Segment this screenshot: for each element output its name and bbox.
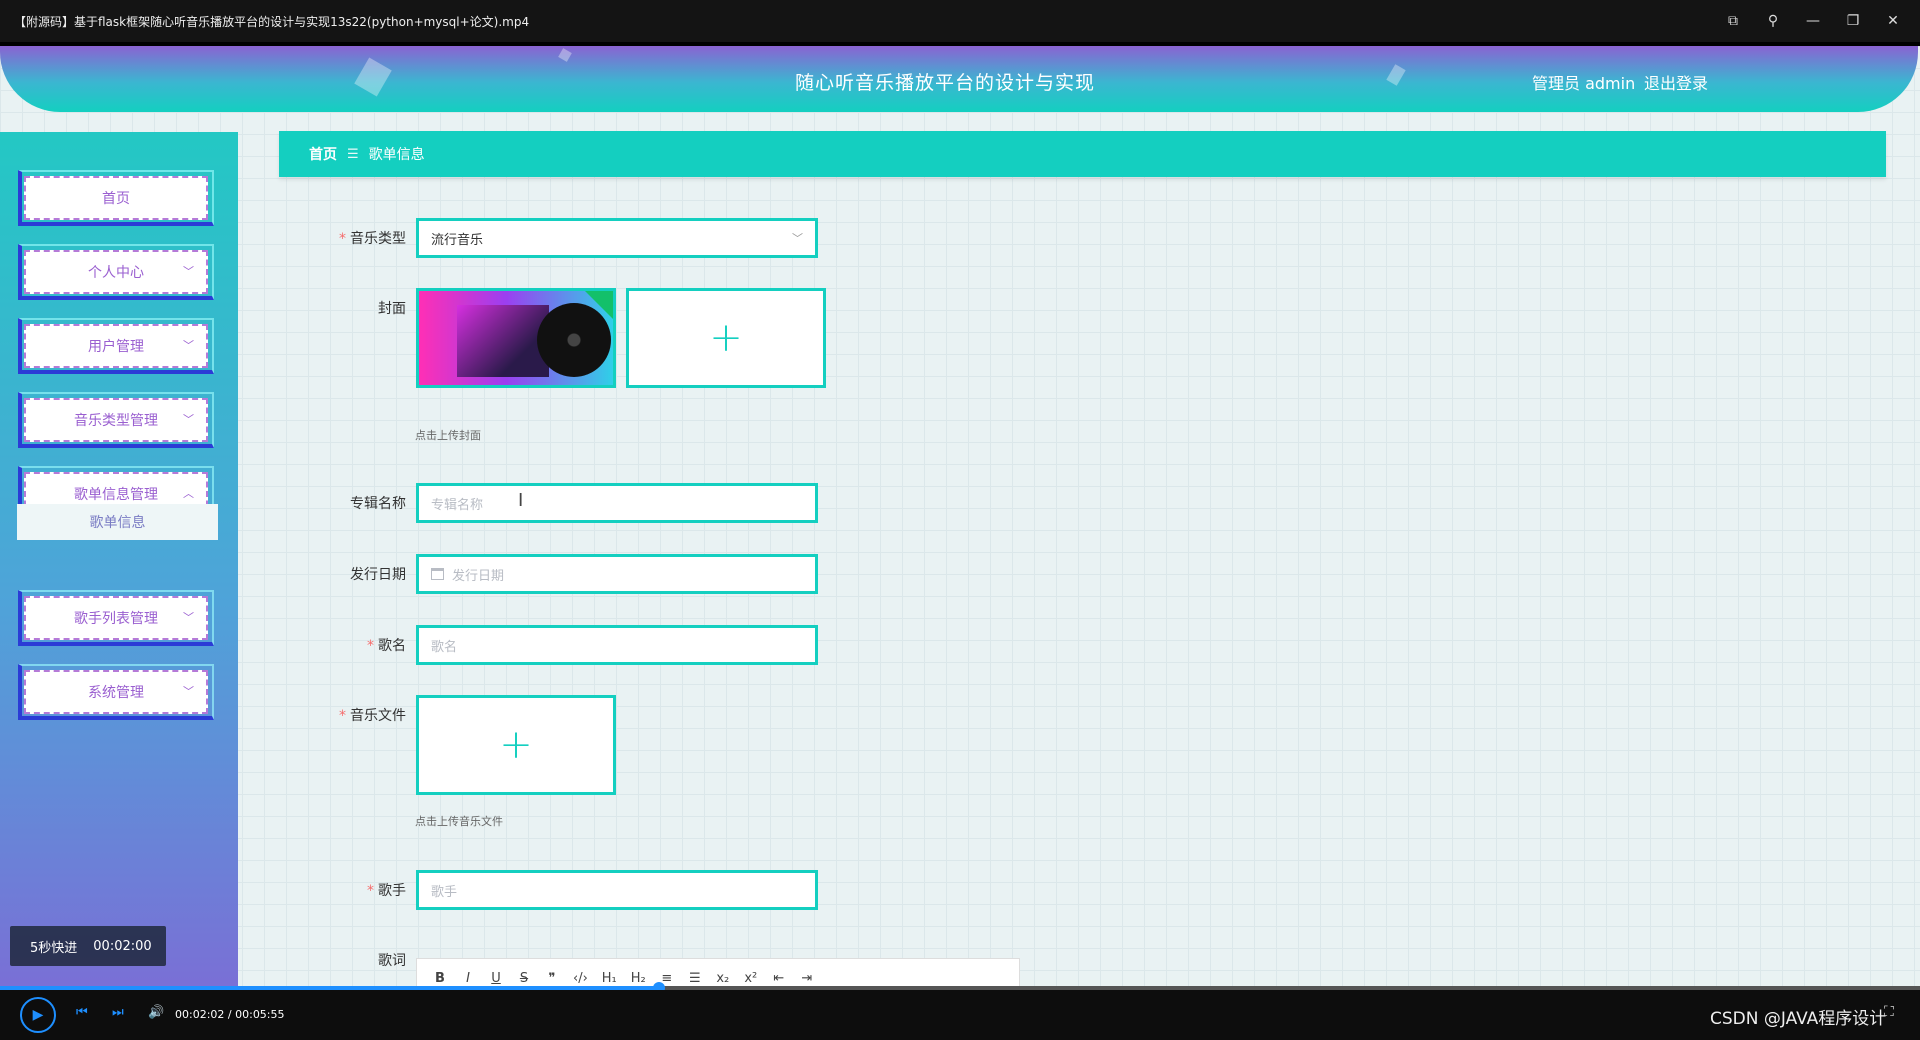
minimize-icon[interactable]: — — [1804, 12, 1822, 30]
song-name-input[interactable]: 歌名 — [416, 625, 818, 665]
sidebar-item-label: 歌单信息管理 — [74, 487, 158, 503]
logout-link[interactable]: 退出登录 — [1644, 70, 1708, 94]
chevron-up-icon: ︿ — [183, 487, 194, 501]
pin-icon[interactable]: ⚲ — [1764, 12, 1782, 30]
subscript-button[interactable]: x₂ — [716, 971, 730, 986]
sidebar-item-singer-management[interactable]: 歌手列表管理 ﹀ — [18, 590, 214, 646]
music-type-select[interactable]: 流行音乐 ﹀ — [416, 218, 818, 258]
blockquote-button[interactable]: ❞ — [545, 971, 559, 986]
sidebar-item-label: 个人中心 — [88, 265, 144, 281]
music-type-label: * 音乐类型 — [339, 231, 406, 247]
fast-forward-time: 00:02:00 — [93, 938, 152, 954]
sidebar-item-label: 歌手列表管理 — [74, 611, 158, 627]
superscript-button[interactable]: x² — [744, 971, 758, 986]
underline-button[interactable]: U — [489, 971, 503, 986]
decor-shape — [354, 57, 392, 97]
song-name-label: * 歌名 — [367, 638, 406, 654]
code-block-button[interactable]: ‹/› — [573, 971, 588, 986]
player-titlebar: 【附源码】基于flask框架随心听音乐播放平台的设计与实现13s22(pytho… — [0, 0, 1920, 42]
fast-forward-label: 5秒快进 — [30, 940, 78, 956]
time-display: 00:02:02 / 00:05:55 — [175, 1008, 285, 1021]
cover-upload-hint: 点击上传封面 — [415, 429, 481, 442]
breadcrumb: 首页 ☰ 歌单信息 — [279, 131, 1886, 177]
sidebar-item-user-management[interactable]: 用户管理 ﹀ — [18, 318, 214, 374]
bullet-list-button[interactable]: ☰ — [688, 971, 702, 986]
text-cursor-icon: I — [518, 490, 524, 511]
plus-icon: + — [499, 722, 533, 768]
music-type-value: 流行音乐 — [431, 232, 484, 248]
restore-icon[interactable]: ❐ — [1844, 12, 1862, 30]
chevron-down-icon: ﹀ — [183, 339, 194, 353]
submenu-item-playlist-info[interactable]: 歌单信息 — [17, 504, 218, 540]
italic-button[interactable]: I — [461, 971, 475, 986]
volume-icon[interactable]: 🔊 — [148, 1005, 164, 1020]
chevron-down-icon: ﹀ — [792, 232, 803, 245]
cover-image[interactable] — [416, 288, 616, 388]
heading2-button[interactable]: H₂ — [631, 971, 646, 986]
app-title: 随心听音乐播放平台的设计与实现 — [795, 72, 1096, 94]
sidebar-item-label: 音乐类型管理 — [74, 413, 158, 429]
video-title: 【附源码】基于flask框架随心听音乐播放平台的设计与实现13s22(pytho… — [14, 14, 530, 29]
strike-button[interactable]: S — [517, 971, 531, 986]
sidebar-item-label: 首页 — [102, 191, 130, 207]
outdent-button[interactable]: ⇤ — [772, 971, 786, 986]
album-name-label: 专辑名称 — [350, 496, 406, 512]
album-name-input[interactable]: 专辑名称 — [416, 483, 818, 523]
breadcrumb-home[interactable]: 首页 — [309, 144, 337, 164]
singer-input[interactable]: 歌手 — [416, 870, 818, 910]
heading1-button[interactable]: H₁ — [602, 971, 617, 986]
sidebar-item-label: 系统管理 — [88, 685, 144, 701]
play-button[interactable]: ▶ — [20, 997, 56, 1033]
decor-shape — [558, 48, 572, 62]
video-frame: 随心听音乐播放平台的设计与实现 管理员 admin 退出登录 首页 个人中心 ﹀ … — [0, 46, 1920, 990]
play-icon: ▶ — [32, 1007, 44, 1023]
sidebar-item-label: 用户管理 — [88, 339, 144, 355]
singer-label: * 歌手 — [367, 883, 406, 899]
music-file-label: * 音乐文件 — [339, 708, 406, 724]
calendar-icon — [431, 568, 444, 580]
breadcrumb-current: 歌单信息 — [368, 147, 425, 163]
next-icon[interactable]: ⏭ — [112, 1005, 124, 1020]
fast-forward-overlay: 5秒快进 00:02:00 — [10, 926, 166, 966]
chevron-down-icon: ﹀ — [183, 265, 194, 279]
sidebar-item-music-type-management[interactable]: 音乐类型管理 ﹀ — [18, 392, 214, 448]
cover-label: 封面 — [378, 301, 406, 317]
decor-shape — [1386, 64, 1406, 86]
chevron-down-icon: ﹀ — [183, 611, 194, 625]
music-file-upload-hint: 点击上传音乐文件 — [415, 815, 503, 828]
music-file-upload-button[interactable]: + — [416, 695, 616, 795]
app-header: 随心听音乐播放平台的设计与实现 管理员 admin 退出登录 — [0, 46, 1918, 112]
breadcrumb-separator-icon: ☰ — [347, 146, 359, 162]
sidebar-item-personal-center[interactable]: 个人中心 ﹀ — [18, 244, 214, 300]
close-icon[interactable]: ✕ — [1884, 12, 1902, 30]
indent-button[interactable]: ⇥ — [800, 971, 814, 986]
plus-icon: + — [709, 315, 743, 361]
sidebar-item-system-management[interactable]: 系统管理 ﹀ — [18, 664, 214, 720]
lyrics-label: 歌词 — [378, 953, 406, 969]
chevron-down-icon: ﹀ — [183, 685, 194, 699]
fullscreen-icon[interactable]: ⛶ — [1884, 1004, 1894, 1020]
cover-upload-button[interactable]: + — [626, 288, 826, 388]
user-info: 管理员 admin — [1532, 74, 1636, 93]
watermark: CSDN @JAVA程序设计 — [1710, 1009, 1887, 1029]
screenshot-icon[interactable]: ⧉ — [1724, 12, 1742, 30]
release-date-label: 发行日期 — [350, 567, 406, 583]
player-controls: ▶ ⏮ ⏭ 🔊 00:02:02 / 00:05:55 CSDN @JAVA程序… — [0, 990, 1920, 1040]
release-date-picker[interactable]: 发行日期 — [416, 554, 818, 594]
bold-button[interactable]: B — [433, 971, 447, 986]
sidebar-item-home[interactable]: 首页 — [18, 170, 214, 226]
previous-icon[interactable]: ⏮ — [76, 1005, 88, 1020]
chevron-down-icon: ﹀ — [183, 413, 194, 427]
